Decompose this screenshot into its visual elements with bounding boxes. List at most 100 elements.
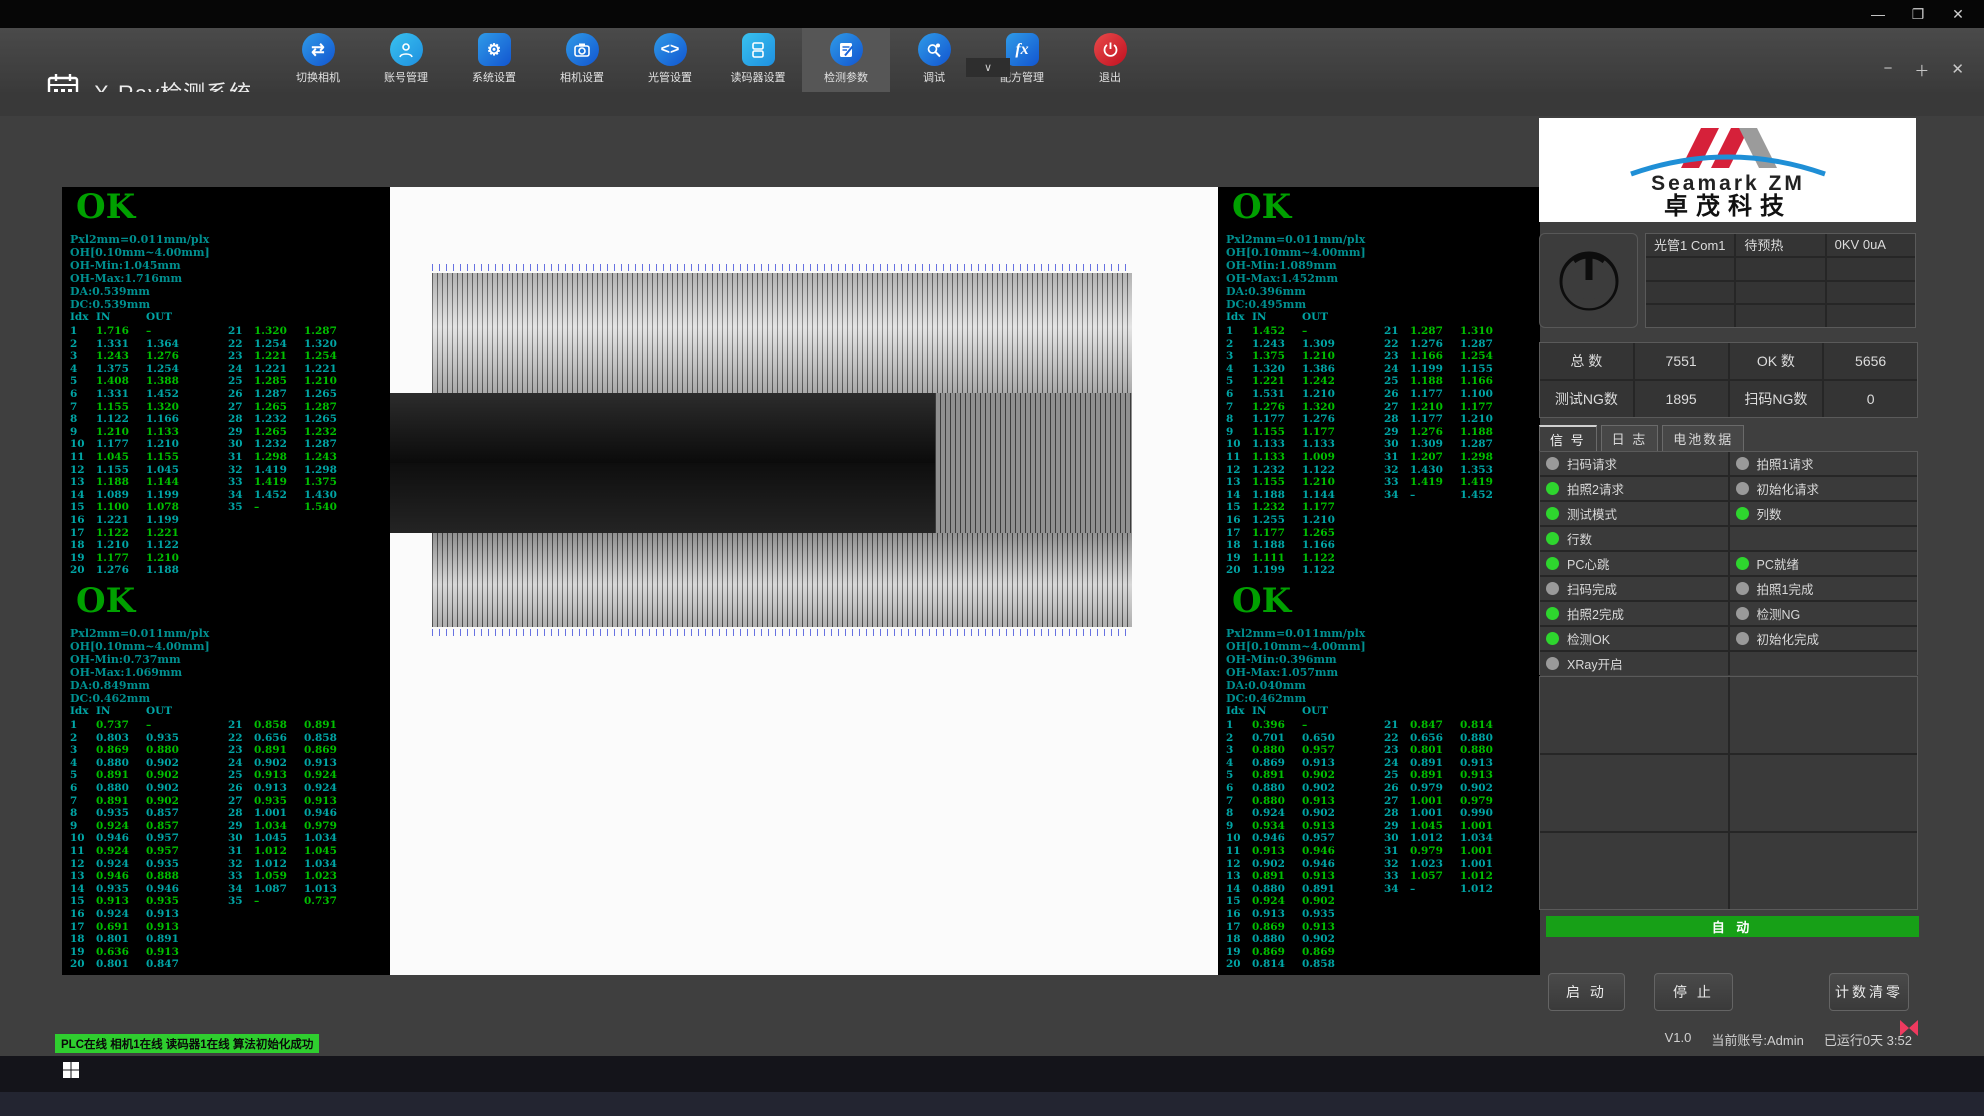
table-row: 170.8690.913 [1226,921,1378,934]
table-row: 70.8910.902 [70,795,222,808]
seamark-mini-logo-icon [1898,1018,1920,1038]
result-panel-top-right: OK Pxl2mm=0.011mm/plxOH[0.10mm~4.00mm]OH… [1218,187,1540,581]
signal-dot [1736,507,1749,520]
signal-dot [1546,607,1559,620]
start-button-icon[interactable] [62,1061,80,1079]
toolbar-item-exit[interactable]: 退出 [1066,28,1154,92]
gear-icon: ⚙ [478,33,511,66]
table-row: 130.9460.888 [70,870,222,883]
signal-cell [1730,527,1918,550]
tab-signal[interactable]: 信 号 [1539,425,1597,454]
table-row: 321.4191.298 [228,464,380,477]
table-row: 35–1.540 [228,501,380,514]
auto-mode-bar[interactable]: 自 动 [1546,916,1919,937]
tube-cell [1827,282,1915,304]
app-close-icon[interactable]: ✕ [1951,60,1964,81]
table-row: 230.8910.869 [228,744,380,757]
outer-minimize-icon[interactable]: — [1858,0,1898,28]
company-logo: Seamark ZM 卓茂科技 [1539,118,1916,222]
signal-cell [1730,652,1918,675]
table-row: 250.9130.924 [228,769,380,782]
table-row: 231.1661.254 [1384,350,1536,363]
table-row: 131.1881.144 [70,476,222,489]
right-data-panel: OK Pxl2mm=0.011mm/plxOH[0.10mm~4.00mm]OH… [1218,187,1540,975]
table-row: 301.0121.034 [1384,832,1536,845]
inner-taskbar: ⚙ ∧ 17:34 2023/9/4 [0,1056,1984,1092]
outer-close-icon[interactable]: ✕ [1938,0,1978,28]
right-panel-tabs: 信 号 日 志 电池数据 [1539,425,1744,454]
tube-cell [1646,282,1734,304]
data-rows-right: 211.2871.310221.2761.287231.1661.254241.… [1384,325,1536,501]
screen: — ❐ ✕ X-Ray检测系统 ⇄ 切换相机 账号管理 [0,0,1984,1116]
table-row: 111.1331.009 [1226,451,1378,464]
signal-dot [1736,632,1749,645]
table-row: 110.9130.946 [1226,845,1378,858]
count-clear-button[interactable]: 计数清零 [1829,973,1909,1011]
result-status: OK [76,187,135,227]
toolbar-item-system-settings[interactable]: ⚙ 系统设置 [450,28,538,92]
table-row: 250.8910.913 [1384,769,1536,782]
app-add-icon[interactable]: ＋ [1914,60,1929,81]
tube-cell [1827,305,1915,327]
table-row: 40.8690.913 [1226,757,1378,770]
toolbar-item-camera-settings[interactable]: 相机设置 [538,28,626,92]
outer-maximize-icon[interactable]: ❐ [1898,0,1938,28]
toolbar-item-detect-params[interactable]: 检测参数 [802,28,890,92]
table-row: 200.8010.847 [70,958,222,971]
signal-dot [1546,532,1559,545]
toolbar-item-tube-settings[interactable]: <> 光管设置 [626,28,714,92]
tab-battery-data[interactable]: 电池数据 [1662,425,1744,454]
toolbar-item-account[interactable]: 账号管理 [362,28,450,92]
signal-dot [1736,532,1749,545]
version-label: V1.0 [1665,1030,1692,1049]
chevron-down-icon[interactable]: ∨ [966,58,1010,77]
data-rows-left: 11.452–21.2431.30931.3751.21041.3201.386… [1226,325,1378,577]
table-row: 341.0871.013 [228,883,380,896]
signal-dot [1546,632,1559,645]
table-row: 211.3201.287 [228,325,380,338]
table-row: 140.9350.946 [70,883,222,896]
table-row: 90.9240.857 [70,820,222,833]
signal-cell: 检测OK [1540,627,1728,650]
table-row: 51.4081.388 [70,375,222,388]
result-status: OK [1232,187,1291,227]
toolbar-item-debug[interactable]: 调试 [890,28,978,92]
signal-grid: 扫码请求 拍照1请求 拍照2请求 初始化请求 测试模式 [1539,451,1918,675]
signal-cell: XRay开启 [1540,652,1728,675]
table-row: 30.8800.957 [1226,744,1378,757]
signal-dot [1736,582,1749,595]
table-row: 121.2321.122 [1226,464,1378,477]
table-row: 311.2071.298 [1384,451,1536,464]
table-row: 120.9240.935 [70,858,222,871]
table-row: 281.0010.990 [1384,807,1536,820]
table-row: 50.8910.902 [1226,769,1378,782]
signal-dot [1736,482,1749,495]
signal-dot [1546,507,1559,520]
table-row: 10.396– [1226,719,1378,732]
signal-cell: 拍照2完成 [1540,602,1728,625]
data-rows-left: 10.396–20.7010.65030.8800.95740.8690.913… [1226,719,1378,971]
start-button[interactable]: 启 动 [1548,973,1625,1011]
table-row: 220.6560.880 [1384,732,1536,745]
signal-dot [1546,457,1559,470]
tube-cell [1736,305,1824,327]
table-row: 281.0010.946 [228,807,380,820]
table-row: 101.1331.133 [1226,438,1378,451]
stop-button[interactable]: 停 止 [1654,973,1733,1011]
table-row: 201.1991.122 [1226,564,1378,577]
table-row: 321.0231.001 [1384,858,1536,871]
tube-cell [1736,258,1824,280]
xray-power-button[interactable] [1539,233,1638,328]
table-row: 160.9240.913 [70,908,222,921]
app-minimize-icon[interactable]: − [1884,60,1893,81]
tab-log[interactable]: 日 志 [1601,425,1659,454]
table-row: 51.2211.242 [1226,375,1378,388]
table-header: IdxINOUT [70,705,196,717]
table-row: 31.3751.210 [1226,350,1378,363]
table-row: 30.8690.880 [70,744,222,757]
signal-dot [1736,657,1749,670]
toolbar-item-scanner-settings[interactable]: 读码器设置 [714,28,802,92]
toolbar-item-switch-camera[interactable]: ⇄ 切换相机 [274,28,362,92]
logo-text-en: Seamark ZM [1651,172,1805,195]
result-panel-bottom-left: OK Pxl2mm=0.011mm/plxOH[0.10mm~4.00mm]OH… [62,581,390,975]
